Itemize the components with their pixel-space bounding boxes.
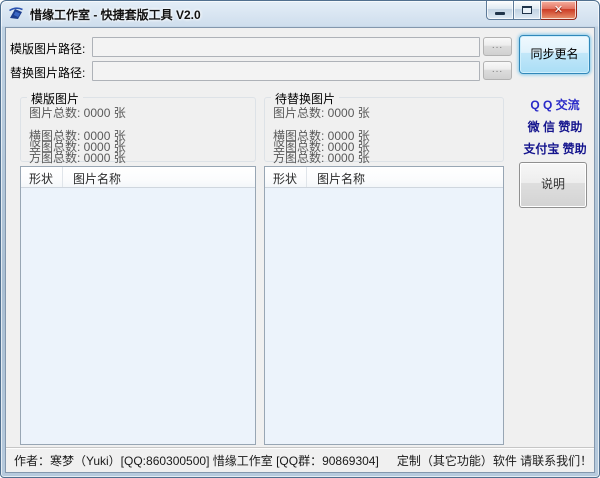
minimize-icon <box>495 12 505 15</box>
window-controls: ✕ <box>486 1 577 20</box>
list-header: 形状 图片名称 <box>21 167 255 188</box>
stat-square-images: 方图总数: 0000 张 <box>29 153 255 164</box>
replace-images-list[interactable]: 形状 图片名称 <box>264 166 504 445</box>
help-button[interactable]: 说明 <box>519 162 587 208</box>
alipay-donate-link[interactable]: 支付宝 赞助 <box>512 138 598 160</box>
stat-square-images: 方图总数: 0000 张 <box>273 153 503 164</box>
status-bar: 作者：寒梦（Yuki）[QQ:860300500] 惜缘工作室 [QQ群：908… <box>6 447 594 472</box>
template-images-list-body[interactable] <box>21 188 255 444</box>
replace-path-browse-button[interactable]: ... <box>483 61 512 80</box>
template-images-stats: 图片总数: 0000 张 横图总数: 0000 张 竖图总数: 0000 张 方… <box>21 98 255 164</box>
title-bar[interactable]: 惜缘工作室 - 快捷套版工具 V2.0 ✕ <box>1 1 599 27</box>
list-header: 形状 图片名称 <box>265 167 503 188</box>
maximize-button[interactable] <box>514 1 541 20</box>
replace-path-input[interactable] <box>92 61 480 81</box>
replace-path-label: 替换图片路径: <box>10 64 85 81</box>
replace-images-groupbox: 待替换图片 图片总数: 0000 张 横图总数: 0000 张 竖图总数: 00… <box>264 97 504 162</box>
column-header-image-name[interactable]: 图片名称 <box>307 167 503 187</box>
maximize-icon <box>522 6 532 14</box>
replace-images-group-title: 待替换图片 <box>271 90 339 107</box>
status-contact-text: 定制（其它功能）软件 请联系我们！ <box>397 452 592 469</box>
client-area: 模版图片路径: ... 替换图片路径: ... 同步更名 模版图片 图片总数: … <box>5 27 595 473</box>
column-header-shape[interactable]: 形状 <box>265 167 307 187</box>
wechat-donate-link[interactable]: 微 信 赞助 <box>512 116 598 138</box>
template-images-group-title: 模版图片 <box>27 90 83 107</box>
close-button[interactable]: ✕ <box>541 1 577 20</box>
template-path-input[interactable] <box>92 37 480 57</box>
column-header-shape[interactable]: 形状 <box>21 167 63 187</box>
column-header-image-name[interactable]: 图片名称 <box>63 167 255 187</box>
template-images-list[interactable]: 形状 图片名称 <box>20 166 256 445</box>
close-icon: ✕ <box>554 2 563 19</box>
sync-rename-button[interactable]: 同步更名 <box>519 35 590 74</box>
sidebar-links: Q Q 交流 微 信 赞助 支付宝 赞助 <box>512 94 598 160</box>
window-title: 惜缘工作室 - 快捷套版工具 V2.0 <box>30 6 201 23</box>
template-path-browse-button[interactable]: ... <box>483 37 512 56</box>
replace-images-stats: 图片总数: 0000 张 横图总数: 0000 张 竖图总数: 0000 张 方… <box>265 98 503 164</box>
app-window: 惜缘工作室 - 快捷套版工具 V2.0 ✕ 模版图片路径: ... 替换图片路径… <box>0 0 600 478</box>
status-author-text: 作者：寒梦（Yuki）[QQ:860300500] 惜缘工作室 [QQ群：908… <box>14 452 379 469</box>
template-images-groupbox: 模版图片 图片总数: 0000 张 横图总数: 0000 张 竖图总数: 000… <box>20 97 256 162</box>
replace-images-list-body[interactable] <box>265 188 503 444</box>
app-icon <box>8 6 24 22</box>
minimize-button[interactable] <box>486 1 514 20</box>
template-path-label: 模版图片路径: <box>10 40 85 57</box>
qq-contact-link[interactable]: Q Q 交流 <box>512 94 598 116</box>
